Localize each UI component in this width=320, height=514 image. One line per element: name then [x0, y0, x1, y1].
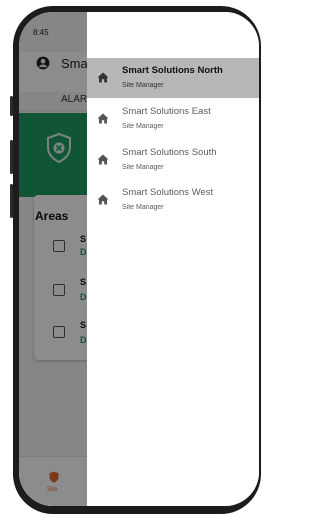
- site-role: Site Manager: [122, 82, 164, 89]
- site-drawer: Smart Solutions North Site Manager Smart…: [87, 12, 259, 506]
- site-item-east[interactable]: Smart Solutions East Site Manager: [87, 99, 259, 139]
- site-name: Smart Solutions East: [122, 106, 211, 117]
- volume-down-button: [10, 184, 13, 218]
- site-role: Site Manager: [122, 123, 164, 130]
- site-name: Smart Solutions West: [122, 187, 214, 198]
- home-icon: [97, 154, 109, 165]
- site-role: Site Manager: [122, 204, 164, 211]
- screen: 8:45 ▂▄▆ ≋ ▬ Sma ALAR Areas S D S D S D: [19, 12, 259, 506]
- site-name: Smart Solutions North: [122, 65, 223, 76]
- home-icon: [97, 72, 109, 83]
- site-name: Smart Solutions South: [122, 147, 217, 158]
- home-icon: [97, 113, 109, 124]
- site-role: Site Manager: [122, 164, 164, 171]
- home-icon: [97, 194, 109, 205]
- site-item-south[interactable]: Smart Solutions South Site Manager: [87, 140, 259, 180]
- volume-up-button: [10, 140, 13, 174]
- site-item-north[interactable]: Smart Solutions North Site Manager: [87, 58, 259, 98]
- site-item-west[interactable]: Smart Solutions West Site Manager: [87, 180, 259, 220]
- mute-switch: [10, 96, 13, 116]
